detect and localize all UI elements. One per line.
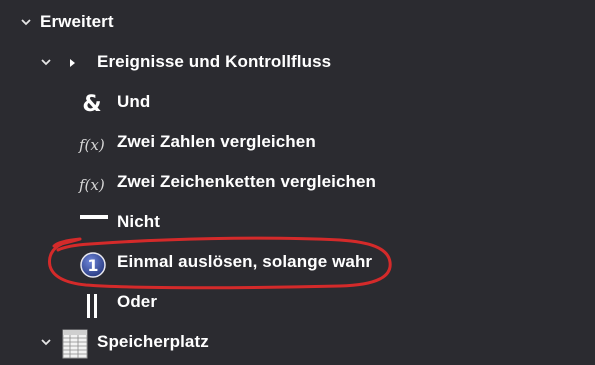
tree-item-zwei-zahlen-vergleichen[interactable]: f(x) Zwei Zahlen vergleichen: [0, 123, 595, 163]
tree-item-zwei-zeichenketten-vergleichen[interactable]: f(x) Zwei Zeichenketten vergleichen: [0, 163, 595, 203]
ampersand-icon: &: [79, 90, 105, 116]
not-bar-icon: [80, 210, 108, 236]
function-glyph: f(x): [78, 176, 105, 194]
tree-item-label: Einmal auslösen, solange wahr: [117, 252, 373, 271]
chevron-down-icon[interactable]: [40, 56, 52, 68]
tree-item-oder[interactable]: Oder: [0, 283, 595, 323]
chevron-down-icon[interactable]: [20, 16, 32, 28]
tree-item-ereignisse-und-kontrollfluss[interactable]: Ereignisse und Kontrollfluss: [0, 43, 595, 83]
tree-item-und[interactable]: & Und: [0, 83, 595, 123]
tree-item-label: Zwei Zeichenketten vergleichen: [117, 172, 377, 191]
function-icon: f(x): [78, 170, 110, 196]
tree-item-label: Ereignisse und Kontrollfluss: [97, 52, 332, 71]
tree-item-label: Erweitert: [40, 12, 114, 31]
tree-item-label: Zwei Zahlen vergleichen: [117, 132, 316, 151]
table-icon: [62, 329, 88, 359]
tree-item-label: Nicht: [117, 212, 160, 231]
tree-item-erweitert[interactable]: Erweitert: [0, 3, 595, 43]
tree-item-speicherplatz[interactable]: Speicherplatz: [0, 323, 595, 363]
play-icon: [64, 53, 80, 73]
chevron-down-icon[interactable]: [40, 336, 52, 348]
tree-item-label: Oder: [117, 292, 158, 311]
function-icon: f(x): [78, 130, 110, 156]
tree-item-label: Und: [117, 92, 151, 111]
number-one-icon: 1: [79, 251, 106, 278]
number-one-glyph: 1: [87, 256, 98, 275]
tree-item-nicht[interactable]: Nicht: [0, 203, 595, 243]
function-glyph: f(x): [78, 136, 105, 154]
tree-item-einmal-ausloesen[interactable]: 1 Einmal auslösen, solange wahr: [0, 243, 595, 283]
or-bars-icon: [86, 292, 112, 318]
tree-item-label: Speicherplatz: [97, 332, 209, 351]
ampersand-glyph: &: [82, 92, 101, 116]
component-tree: Erweitert Ereignisse und Kontrollfluss &…: [0, 0, 595, 365]
